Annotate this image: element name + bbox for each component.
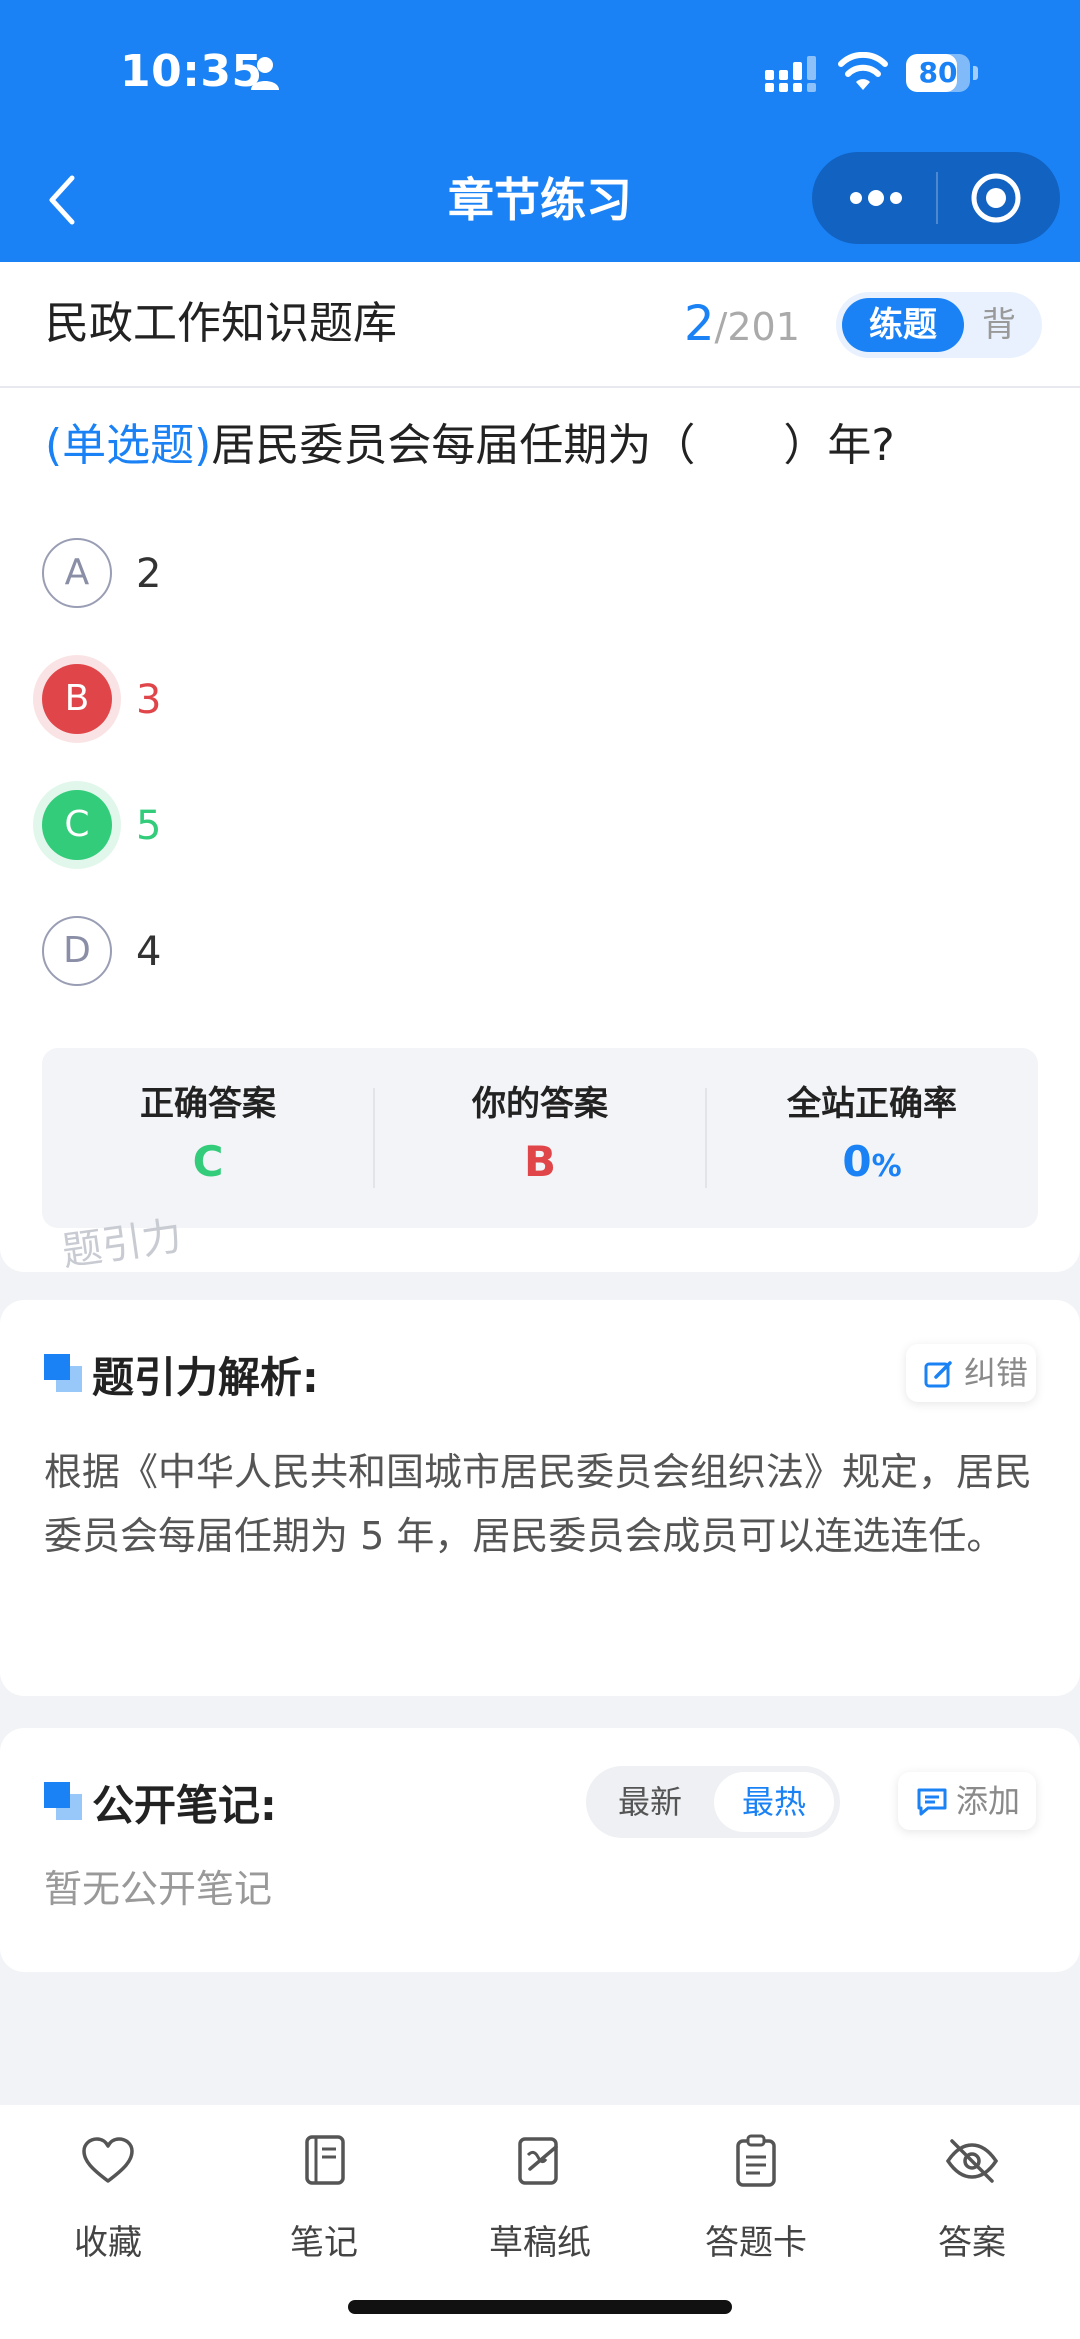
mode-toggle: 练题 背	[836, 292, 1042, 358]
sort-newest-button[interactable]: 最新	[586, 1766, 714, 1838]
tab-label: 答案	[938, 2223, 1006, 2263]
tab-answer[interactable]: 答案	[864, 2133, 1080, 2263]
total-count: 201	[727, 305, 800, 349]
option-letter: A	[42, 538, 112, 608]
sort-hot-button[interactable]: 最热	[714, 1772, 834, 1832]
bank-name: 民政工作知识题库	[45, 298, 397, 349]
section-icon	[44, 1354, 82, 1392]
current-index: 2	[684, 296, 715, 352]
tab-label: 答题卡	[705, 2223, 807, 2263]
accuracy-unit: %	[871, 1149, 902, 1184]
analysis-text: 根据《中华人民共和国城市居民委员会组织法》规定，居民委员会每届任期为 5 年，居…	[44, 1450, 1033, 1558]
cellular-signal-icon	[765, 56, 816, 92]
notes-title: 公开笔记:	[92, 1781, 277, 1830]
eye-off-icon	[945, 2139, 999, 2183]
tab-label: 收藏	[74, 2223, 142, 2263]
section-icon	[44, 1782, 82, 1820]
correct-answer-stat: 正确答案 C	[42, 1048, 374, 1228]
question-card: (单选题)居民委员会每届任期为（ ）年? A 2 B 3 C 5 D 4 正确答…	[0, 388, 1080, 1275]
edit-icon	[924, 1361, 952, 1388]
option-text: 2	[136, 551, 162, 597]
question-header: 民政工作知识题库 2/201 练题 背	[0, 262, 1080, 388]
home-indicator	[348, 2300, 732, 2314]
analysis-title: 题引力解析:	[92, 1353, 319, 1402]
add-note-button[interactable]: 添加	[898, 1772, 1036, 1830]
tab-label: 草稿纸	[489, 2223, 591, 2263]
your-answer-stat: 你的答案 B	[374, 1048, 706, 1228]
report-error-button[interactable]: 纠错	[906, 1344, 1036, 1402]
option-letter: C	[42, 790, 112, 860]
tab-notes[interactable]: 笔记	[216, 2133, 432, 2263]
add-note-label: 添加	[956, 1782, 1021, 1820]
battery-level: 80	[918, 56, 958, 89]
question-text: 居民委员会每届任期为（ ）年?	[211, 420, 895, 471]
battery-indicator: 80	[906, 54, 978, 92]
option-letter: B	[42, 664, 112, 734]
option-letter: D	[42, 916, 112, 986]
question-type: (单选题)	[45, 420, 212, 471]
empty-notes-text: 暂无公开笔记	[44, 1867, 273, 1911]
tab-favorite[interactable]: 收藏	[0, 2133, 216, 2263]
report-error-label: 纠错	[964, 1354, 1029, 1392]
answer-stats: 正确答案 C 你的答案 B 全站正确率 0%	[42, 1048, 1038, 1228]
accuracy-number: 0	[842, 1137, 872, 1186]
status-time: 10:35	[120, 46, 263, 97]
correct-answer-label: 正确答案	[140, 1084, 276, 1124]
target-icon[interactable]	[970, 172, 1022, 224]
tab-label: 笔记	[290, 2223, 358, 2263]
heart-icon	[82, 2137, 134, 2183]
correct-answer-value: C	[192, 1137, 224, 1186]
tab-draft[interactable]: 草稿纸	[432, 2133, 648, 2263]
question-stem: (单选题)居民委员会每届任期为（ ）年?	[45, 414, 895, 478]
your-answer-value: B	[523, 1137, 556, 1186]
accuracy-label: 全站正确率	[787, 1084, 957, 1124]
your-answer-label: 你的答案	[472, 1084, 608, 1124]
option-text: 3	[136, 677, 162, 723]
draft-icon	[518, 2137, 558, 2185]
notes-sort-toggle: 最新 最热	[586, 1766, 840, 1838]
option-b[interactable]: B 3	[42, 664, 642, 738]
accuracy-stat: 全站正确率 0%	[706, 1048, 1038, 1228]
clipboard-icon	[736, 2134, 776, 2187]
accuracy-value: 0%	[706, 1134, 1038, 1195]
mode-practice-button[interactable]: 练题	[842, 298, 964, 352]
person-icon	[251, 57, 279, 90]
tab-answer-card[interactable]: 答题卡	[648, 2133, 864, 2263]
wifi-icon	[838, 52, 888, 90]
option-d[interactable]: D 4	[42, 916, 642, 990]
more-icon[interactable]	[848, 186, 904, 210]
mode-memorize-button[interactable]: 背	[982, 298, 1016, 352]
question-counter: 2/201	[684, 292, 800, 367]
notebook-icon	[305, 2135, 345, 2185]
public-notes-card: 公开笔记: 最新 最热 添加 暂无公开笔记	[0, 1728, 1080, 1972]
counter-separator: /	[714, 305, 728, 349]
comment-icon	[917, 1788, 947, 1816]
top-bar: 10:35 80 章节练习	[0, 0, 1080, 262]
option-a[interactable]: A 2	[42, 538, 642, 612]
option-c[interactable]: C 5	[42, 790, 642, 864]
option-text: 4	[136, 929, 162, 975]
miniprogram-capsule	[812, 152, 1060, 244]
analysis-card: 题引力解析: 纠错 根据《中华人民共和国城市居民委员会组织法》规定，居民委员会每…	[0, 1300, 1080, 1696]
option-text: 5	[136, 803, 162, 849]
